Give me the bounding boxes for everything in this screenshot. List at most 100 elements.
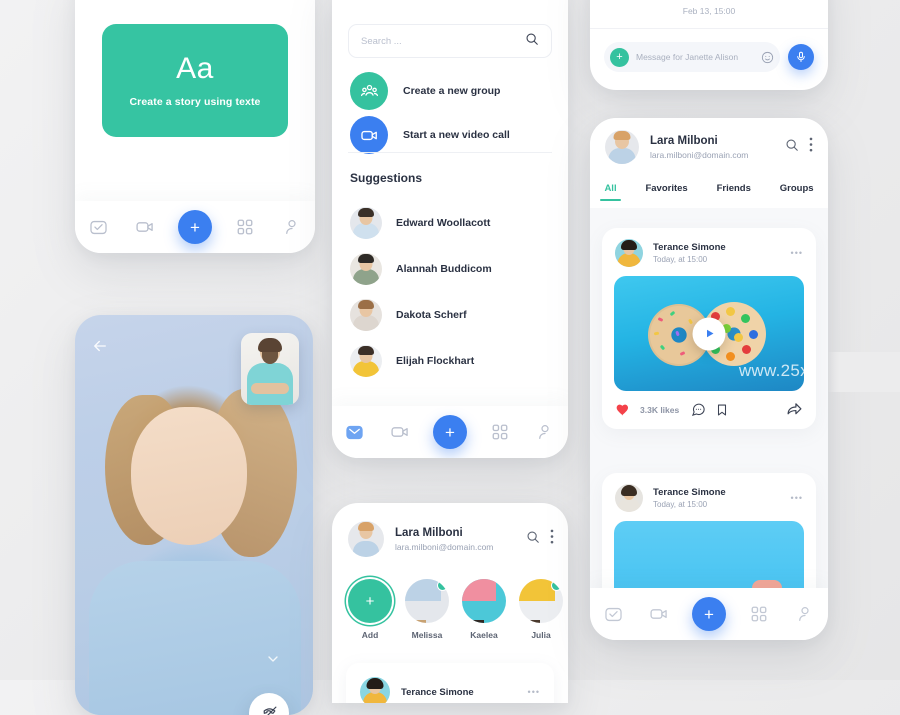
avatar[interactable] [615, 239, 643, 267]
chat-divider [590, 28, 828, 29]
conversation-name: Terance Simone [401, 686, 474, 698]
dots-vertical-icon[interactable] [550, 529, 554, 549]
self-view-arms [251, 383, 289, 394]
comment-icon[interactable] [691, 402, 706, 417]
dots-horizontal-icon[interactable]: ••• [791, 248, 803, 258]
list-item[interactable]: Edward Woollacott [350, 200, 552, 246]
dots-horizontal-icon[interactable]: ••• [528, 687, 540, 697]
chat-bubble-check-icon[interactable] [85, 214, 111, 240]
video-call-screen [75, 315, 313, 715]
post-header: Terance Simone Today, at 15:00 ••• [602, 473, 816, 521]
online-badge [551, 580, 562, 591]
participant-sweater [89, 561, 301, 715]
share-arrow-icon[interactable] [786, 401, 803, 418]
magnifier-icon[interactable] [525, 32, 539, 51]
avatar[interactable] [615, 484, 643, 512]
chat-bubble-check-icon[interactable] [342, 419, 368, 445]
tab-favorites[interactable]: Favorites [645, 183, 687, 201]
message-input[interactable]: + Message for Janette Alison [604, 42, 780, 72]
list-item[interactable]: Elijah Flockhart [350, 338, 552, 384]
person-icon[interactable] [279, 214, 305, 240]
post-video-media[interactable]: www.25xt.com [614, 276, 804, 391]
start-video-call-label: Start a new video call [403, 129, 510, 141]
suggestions-list: Edward Woollacott Alannah Buddicom Dakot… [350, 200, 552, 384]
microphone-icon[interactable] [788, 44, 814, 70]
create-group-label: Create a new group [403, 85, 501, 97]
conversation-list-item[interactable]: Terance Simone ••• [346, 663, 554, 703]
grid-apps-icon[interactable] [232, 214, 258, 240]
grid-apps-icon[interactable] [487, 419, 513, 445]
magnifier-icon[interactable] [526, 530, 540, 549]
profile-header: Lara Milboni lara.milboni@domain.com [348, 521, 554, 557]
dots-horizontal-icon[interactable]: ••• [791, 493, 803, 503]
tab-groups[interactable]: Groups [780, 183, 814, 201]
create-group-action[interactable]: Create a new group [350, 72, 500, 110]
stories-strip: + Add Melissa Kaelea Julia [348, 579, 568, 640]
avatar [350, 299, 382, 331]
new-item-fab[interactable]: + [692, 597, 726, 631]
new-conversation-screen: Search ... Create a new group Start a ne… [332, 0, 568, 458]
magnifier-icon[interactable] [785, 138, 799, 157]
start-video-call-action[interactable]: Start a new video call [350, 116, 510, 154]
contacts-screen: Lara Milboni lara.milboni@domain.com + A… [332, 503, 568, 703]
list-item[interactable]: Dakota Scherf [350, 292, 552, 338]
plus-icon[interactable]: + [610, 47, 629, 67]
suggestion-name: Edward Woollacott [396, 217, 491, 229]
video-camera-icon[interactable] [646, 601, 672, 627]
post-author: Terance Simone [653, 242, 726, 253]
new-item-fab[interactable]: + [432, 415, 467, 449]
suggestions-title: Suggestions [350, 171, 423, 185]
feed-screen: Lara Milboni lara.milboni@domain.com All… [590, 118, 828, 640]
people-group-icon [350, 72, 388, 110]
story-aa-glyph: Aa [176, 51, 214, 85]
chat-bubble-check-icon[interactable] [600, 601, 626, 627]
smiley-icon[interactable] [761, 51, 774, 64]
self-view-thumbnail[interactable] [241, 333, 299, 405]
bottom-nav-bar-feed: + [590, 588, 828, 640]
avatar[interactable] [348, 521, 384, 557]
story-label: Julia [531, 630, 551, 640]
list-item[interactable]: Alannah Buddicom [350, 246, 552, 292]
bottom-nav-bar-search: + [332, 406, 568, 458]
post-actions: 3.3K likes [602, 391, 816, 429]
section-divider [348, 152, 552, 153]
watermark-text: www.25xt.com [738, 361, 804, 380]
story-item[interactable]: Julia [519, 579, 563, 640]
video-camera-icon [350, 116, 388, 154]
create-text-story-card[interactable]: Aa Create a story using texte [102, 24, 288, 137]
search-input[interactable]: Search ... [348, 24, 552, 58]
person-icon[interactable] [532, 419, 558, 445]
play-icon[interactable] [692, 317, 726, 350]
video-camera-icon[interactable] [387, 419, 413, 445]
avatar [519, 579, 563, 623]
avatar [350, 253, 382, 285]
tab-friends[interactable]: Friends [717, 183, 751, 201]
tab-all[interactable]: All [600, 183, 621, 201]
avatar[interactable] [605, 130, 639, 164]
dots-vertical-icon[interactable] [809, 137, 813, 157]
profile-email: lara.milboni@domain.com [395, 542, 494, 553]
post-author: Terance Simone [653, 487, 726, 498]
story-add-item[interactable]: + Add [348, 579, 392, 640]
arrow-left-icon[interactable] [91, 337, 109, 355]
message-composer: + Message for Janette Alison [604, 42, 814, 72]
story-item[interactable]: Melissa [405, 579, 449, 640]
feed-post: Terance Simone Today, at 15:00 ••• [602, 228, 816, 429]
feed-tabs: All Favorites Friends Groups [590, 176, 828, 208]
story-caption: Create a story using texte [129, 95, 261, 108]
self-view-hair [258, 338, 282, 352]
grid-apps-icon[interactable] [746, 601, 772, 627]
chat-screen: Feb 13, 15:00 + Message for Janette Alis… [590, 0, 828, 90]
heart-icon[interactable] [615, 402, 631, 418]
likes-count: 3.3K likes [640, 404, 680, 415]
new-item-fab[interactable]: + [177, 210, 212, 244]
person-icon[interactable] [792, 601, 818, 627]
bookmark-icon[interactable] [715, 403, 729, 417]
chevron-down-icon[interactable] [265, 651, 281, 667]
story-item[interactable]: Kaelea [462, 579, 506, 640]
post-time: Today, at 15:00 [653, 255, 708, 264]
bottom-nav-bar-story: + [75, 201, 315, 253]
profile-email: lara.milboni@domain.com [650, 150, 749, 161]
post-header: Terance Simone Today, at 15:00 ••• [602, 228, 816, 276]
video-camera-icon[interactable] [132, 214, 158, 240]
